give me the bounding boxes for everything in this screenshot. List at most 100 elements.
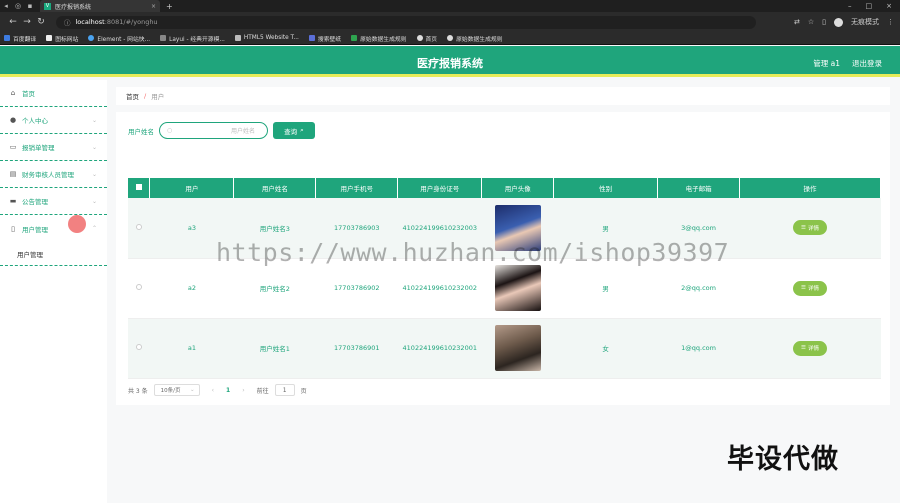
- sidebar-item-profile[interactable]: ● 个人中心 ⌄: [0, 107, 107, 134]
- bookmark-label: Layui - 经典开源模...: [169, 36, 225, 43]
- search-button[interactable]: 查询 ⌕: [273, 122, 315, 139]
- close-tab-icon[interactable]: ×: [151, 3, 156, 10]
- detail-button[interactable]: ☰ 详情: [793, 340, 828, 356]
- breadcrumb-separator: /: [144, 92, 147, 100]
- cell-user: a2: [149, 258, 234, 319]
- maximize-icon[interactable]: □: [866, 2, 873, 10]
- sidebar-item-notices[interactable]: ▬ 公告管理 ⌄: [0, 188, 107, 215]
- detail-label: 详情: [807, 286, 819, 292]
- minimize-icon[interactable]: –: [848, 2, 852, 10]
- bookmark-item[interactable]: 首页: [416, 34, 437, 43]
- page-number[interactable]: 1: [226, 387, 230, 394]
- checkbox-icon: [135, 284, 142, 290]
- sidebar-item-label: 财务审核人员管理: [22, 171, 74, 179]
- bookmark-icon: [447, 35, 454, 41]
- browser-tab[interactable]: V 医疗报销系统 ×: [40, 0, 160, 12]
- sidebar-item-label: 公告管理: [22, 198, 48, 206]
- cell-id-number: 410224199610232001: [397, 318, 482, 379]
- new-tab-icon[interactable]: +: [166, 2, 173, 11]
- bookmark-item[interactable]: 原始数据生成规则: [447, 34, 503, 43]
- close-window-icon[interactable]: ×: [886, 2, 892, 10]
- sidebar-item-finance-auditors[interactable]: ▤ 财务审核人员管理 ⌄: [0, 161, 107, 188]
- row-checkbox[interactable]: [128, 198, 150, 259]
- next-page-icon[interactable]: ›: [242, 387, 244, 394]
- detail-icon: ☰: [801, 345, 806, 351]
- breadcrumb: 首页 / 用户: [116, 87, 890, 105]
- sidebar-item-reimbursement[interactable]: ▭ 报销单管理 ⌄: [0, 134, 107, 161]
- column-header: 操作: [739, 178, 881, 198]
- avatar: [494, 265, 541, 311]
- bookmark-item[interactable]: Layui - 经典开源模...: [160, 34, 225, 43]
- bookmark-icon: [234, 35, 241, 41]
- translate-icon[interactable]: ⇄: [794, 18, 800, 26]
- home-icon: ⌂: [10, 89, 16, 97]
- checkbox-icon: [135, 344, 142, 350]
- column-header: 用户手机号: [315, 178, 399, 198]
- row-checkbox[interactable]: [128, 258, 150, 319]
- cell-email: 1@qq.com: [657, 318, 740, 379]
- chevron-down-icon: ⌄: [91, 197, 97, 205]
- goto-page-input[interactable]: 1: [274, 384, 295, 396]
- menu-icon[interactable]: ⋮: [887, 18, 894, 26]
- app-header: 医疗报销系统 管理 a1 退出登录: [0, 46, 900, 77]
- incognito-avatar-icon[interactable]: [834, 17, 843, 27]
- bookmark-item[interactable]: 图标网站: [46, 34, 78, 43]
- sidebar-item-label: 用户管理: [22, 225, 48, 234]
- search-placeholder: 用户姓名: [230, 128, 255, 135]
- reload-icon[interactable]: ↻: [34, 17, 48, 27]
- chevron-down-icon: ⌄: [91, 170, 97, 178]
- bookmark-icon: [46, 35, 53, 41]
- bookmark-item[interactable]: 搜索壁纸: [308, 34, 341, 43]
- star-icon[interactable]: ☆: [808, 18, 814, 26]
- cell-action: ☰ 详情: [739, 198, 881, 259]
- sidebar-item-label: 个人中心: [22, 117, 48, 125]
- breadcrumb-home[interactable]: 首页: [126, 91, 139, 101]
- sidebar-item-home[interactable]: ⌂ 首页: [0, 80, 107, 107]
- bookmark-icon: [351, 35, 358, 41]
- bookmark-item[interactable]: HTML5 Website T...: [234, 35, 299, 41]
- cell-name: 用户姓名1: [233, 318, 316, 379]
- cell-phone: 17703786902: [315, 258, 398, 319]
- info-icon: ⓘ: [64, 19, 71, 27]
- corner-overlay-text: 毕设代做: [727, 444, 839, 475]
- cell-user: a1: [149, 318, 234, 379]
- detail-button[interactable]: ☰ 详情: [793, 280, 828, 296]
- current-user-label: 管理 a1: [813, 59, 840, 68]
- url-input[interactable]: ⓘ localhost :8081/#/yonghu: [56, 15, 756, 29]
- bookmark-icon: [308, 35, 315, 41]
- search-label: 用户姓名: [128, 128, 154, 136]
- sidebar-item-users[interactable]: ▯ 用户管理 ⌃: [0, 215, 107, 242]
- logout-link[interactable]: 退出登录: [852, 58, 882, 69]
- list-icon: ▬: [9, 197, 17, 205]
- forward-arrow-icon[interactable]: →: [20, 17, 34, 27]
- search-icon: ○: [167, 127, 173, 134]
- bookmark-item[interactable]: 百度翻译: [4, 34, 36, 43]
- detail-button[interactable]: ☰ 详情: [793, 220, 828, 236]
- vue-favicon-icon: V: [44, 2, 51, 10]
- cell-gender: 女: [553, 318, 658, 379]
- bookmark-icon: [416, 35, 423, 41]
- window-icon[interactable]: ▪: [24, 0, 36, 12]
- submenu-item-users[interactable]: 用户管理: [0, 242, 107, 266]
- pagination: 共 3 条 10条/页 ⌄ ‹ 1 › 前往 1 页: [128, 384, 307, 396]
- bookmark-item[interactable]: 原始数据生成规则: [351, 34, 407, 43]
- cell-gender: 男: [553, 258, 658, 319]
- back-arrow-icon[interactable]: ←: [6, 17, 20, 27]
- globe-icon: ◎: [14, 2, 22, 10]
- sidepanel-icon[interactable]: ▯: [822, 18, 826, 26]
- profile-label[interactable]: 无痕模式: [851, 17, 879, 27]
- bookmark-item[interactable]: Element - 网站快...: [88, 34, 150, 43]
- bookmark-label: HTML5 Website T...: [243, 35, 299, 41]
- row-checkbox[interactable]: [128, 318, 150, 379]
- search-input[interactable]: ○ 用户姓名: [159, 122, 268, 139]
- back-icon[interactable]: ◂: [0, 0, 12, 12]
- url-host: localhost: [75, 18, 105, 26]
- bookmark-icon: [88, 35, 95, 41]
- column-header: 电子邮箱: [657, 178, 741, 198]
- column-header: 用户身份证号: [397, 178, 483, 198]
- page-size-select[interactable]: 10条/页 ⌄: [153, 384, 200, 396]
- prev-page-icon[interactable]: ‹: [212, 387, 214, 394]
- detail-icon: ☰: [801, 285, 806, 291]
- select-all-checkbox[interactable]: [128, 178, 151, 198]
- user-table: 用户 用户姓名 用户手机号 用户身份证号 用户头像 性别 电子邮箱 操作 a3 …: [128, 178, 881, 379]
